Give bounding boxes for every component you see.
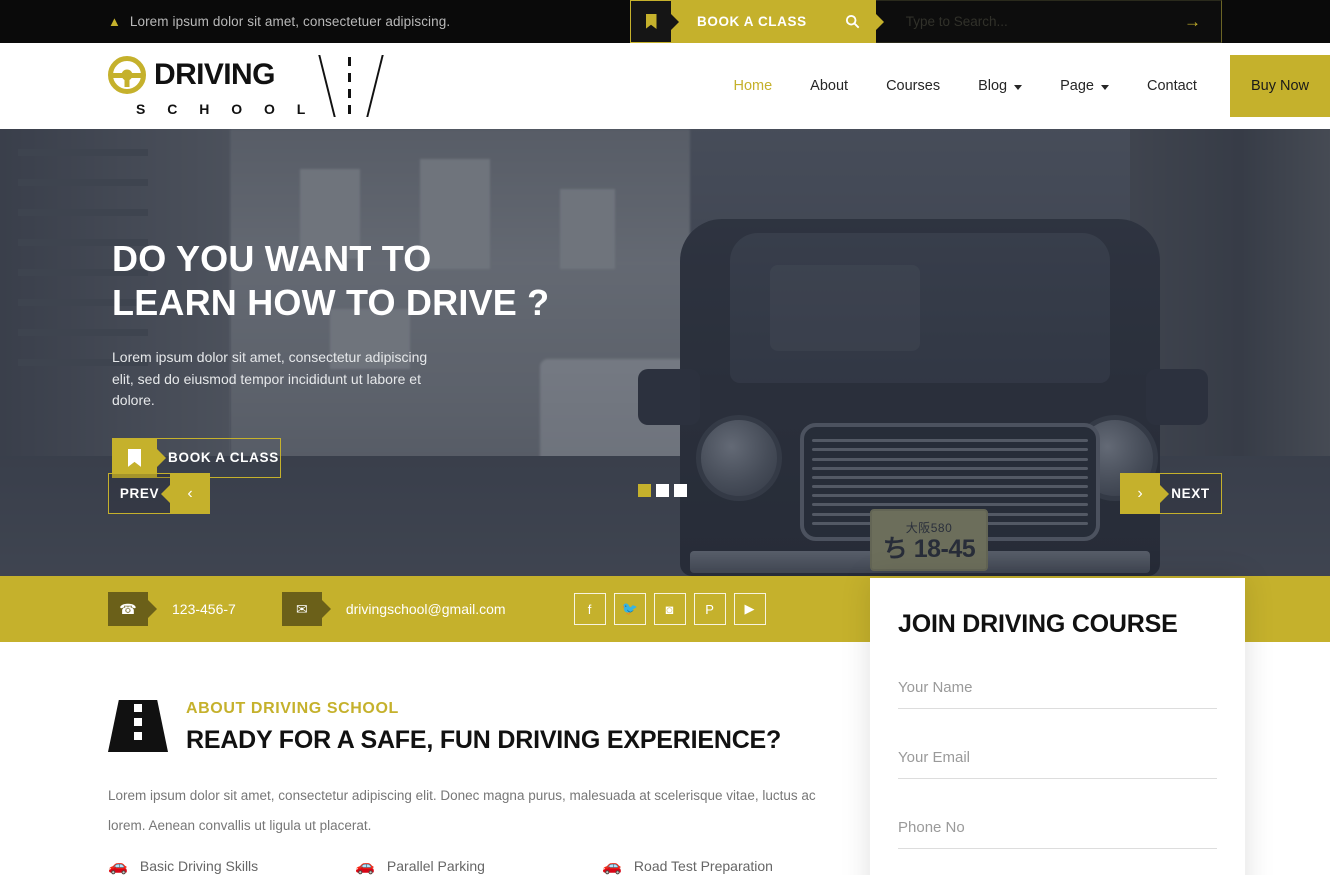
nav-item-about[interactable]: About — [791, 78, 867, 94]
feature-item: 🚗 Parallel Parking — [355, 856, 602, 875]
email-address: drivingschool@gmail.com — [345, 601, 506, 617]
chevron-right-icon: › — [1120, 473, 1160, 514]
bookmark-icon — [645, 14, 657, 29]
nav-item-courses[interactable]: Courses — [867, 78, 959, 94]
form-title: JOIN DRIVING COURSE — [898, 610, 1178, 638]
phone-field[interactable] — [898, 805, 1217, 849]
slider-dot-1[interactable] — [638, 484, 651, 497]
logo-word: DRIVING — [154, 57, 275, 91]
slider-dots — [638, 484, 687, 497]
book-a-class-button[interactable]: BOOK A CLASS — [630, 0, 829, 43]
nav-label: Contact — [1146, 78, 1197, 94]
email-field[interactable] — [898, 735, 1217, 779]
site-header: DRIVING S C H O O L Home About Courses B… — [0, 43, 1330, 129]
about-title: READY FOR A SAFE, FUN DRIVING EXPERIENCE… — [186, 726, 782, 754]
search-submit-button[interactable]: → — [1164, 0, 1222, 43]
join-course-form: JOIN DRIVING COURSE — [870, 578, 1245, 875]
pinterest-icon[interactable]: P — [693, 593, 726, 625]
hero-title: DO YOU WANT TO LEARN HOW TO DRIVE ? — [112, 237, 549, 325]
feature-label: Basic Driving Skills — [139, 858, 259, 875]
feature-label: Parallel Parking — [386, 858, 485, 875]
social-links: f 🐦 ◙ P ▶ — [573, 593, 766, 625]
slider-dot-3[interactable] — [674, 484, 687, 497]
chevron-down-icon — [1100, 84, 1109, 90]
main-navigation: Home About Courses Blog Page Contact Buy… — [714, 55, 1330, 117]
feature-item: 🚗 Basic Driving Skills — [108, 856, 355, 875]
hero-paragraph: Lorem ipsum dolor sit amet, consectetur … — [112, 348, 428, 409]
phone-contact[interactable]: ☎ 123-456-7 — [108, 592, 236, 626]
top-bar: ▲ Lorem ipsum dolor sit amet, consectetu… — [0, 0, 1330, 43]
logo-primary: DRIVING — [108, 55, 314, 94]
nav-item-blog[interactable]: Blog — [959, 78, 1041, 94]
search-icon — [828, 0, 876, 43]
slider-dot-2[interactable] — [656, 484, 669, 497]
nav-label: Page — [1060, 78, 1094, 94]
logo[interactable]: DRIVING S C H O O L — [108, 55, 385, 117]
nav-label: Blog — [978, 78, 1008, 94]
search-input[interactable] — [875, 0, 1164, 43]
car-icon: 🚗 — [602, 858, 622, 875]
hero-slider: 大阪580 ち 18-45 DO YOU WANT TO LEARN HOW T… — [0, 129, 1330, 576]
buy-now-button[interactable]: Buy Now — [1229, 55, 1330, 117]
search-bar: → — [828, 0, 1222, 43]
hero-book-a-class-button[interactable]: BOOK A CLASS — [112, 437, 281, 478]
car-icon: 🚗 — [108, 858, 128, 875]
notice-text: Lorem ipsum dolor sit amet, consectetuer… — [129, 14, 451, 29]
slider-next-label: NEXT — [1160, 473, 1222, 514]
email-contact[interactable]: ✉ drivingschool@gmail.com — [281, 592, 506, 626]
about-paragraph: Lorem ipsum dolor sit amet, consectetur … — [108, 788, 816, 833]
hero-title-line2: LEARN HOW TO DRIVE ? — [112, 281, 550, 323]
logo-subtext: S C H O O L — [136, 100, 315, 117]
nav-item-contact[interactable]: Contact — [1128, 78, 1216, 94]
about-section: ABOUT DRIVING SCHOOL READY FOR A SAFE, F… — [0, 642, 870, 875]
hero-cta-label: BOOK A CLASS — [157, 437, 281, 478]
phone-number: 123-456-7 — [172, 601, 236, 617]
bookmark-icon-block — [630, 0, 671, 43]
feature-label: Road Test Preparation — [633, 858, 773, 875]
nav-label: Courses — [886, 78, 941, 94]
book-a-class-label: BOOK A CLASS — [671, 0, 829, 43]
hero-content: DO YOU WANT TO LEARN HOW TO DRIVE ? Lore… — [112, 129, 549, 478]
envelope-icon: ✉ — [281, 592, 322, 626]
nav-label: Home — [733, 78, 773, 94]
facebook-icon[interactable]: f — [573, 593, 606, 625]
nav-label: About — [810, 78, 849, 94]
nav-item-page[interactable]: Page — [1041, 78, 1128, 94]
chevron-down-icon — [1014, 84, 1023, 90]
top-bar-tail — [1222, 0, 1330, 43]
about-heading-group: ABOUT DRIVING SCHOOL READY FOR A SAFE, F… — [108, 700, 870, 755]
slider-next-button[interactable]: › NEXT — [1120, 473, 1222, 514]
bookmark-icon-block — [112, 437, 157, 478]
feature-item: 🚗 Road Test Preparation — [602, 856, 849, 875]
slider-prev-button[interactable]: PREV ‹ — [108, 473, 210, 514]
page-root: ▲ Lorem ipsum dolor sit amet, consectetu… — [0, 0, 1330, 875]
instagram-icon[interactable]: ◙ — [653, 593, 686, 625]
youtube-icon[interactable]: ▶ — [733, 593, 766, 625]
about-feature-list: 🚗 Basic Driving Skills 🚗 Parallel Parkin… — [108, 856, 870, 875]
twitter-icon[interactable]: 🐦 — [613, 593, 646, 625]
name-field[interactable] — [898, 665, 1217, 709]
top-bar-notice: ▲ Lorem ipsum dolor sit amet, consectetu… — [0, 0, 630, 43]
hero-title-line1: DO YOU WANT TO — [112, 238, 432, 279]
chevron-left-icon: ‹ — [170, 473, 210, 514]
warning-icon: ▲ — [108, 14, 121, 29]
phone-icon: ☎ — [108, 592, 148, 626]
road-icon — [108, 700, 168, 752]
car-icon: 🚗 — [355, 858, 375, 875]
steering-wheel-icon — [108, 55, 146, 94]
about-subtitle: ABOUT DRIVING SCHOOL — [186, 700, 399, 717]
bookmark-icon — [128, 448, 141, 467]
road-logo-icon — [318, 55, 385, 117]
nav-item-home[interactable]: Home — [714, 78, 791, 94]
